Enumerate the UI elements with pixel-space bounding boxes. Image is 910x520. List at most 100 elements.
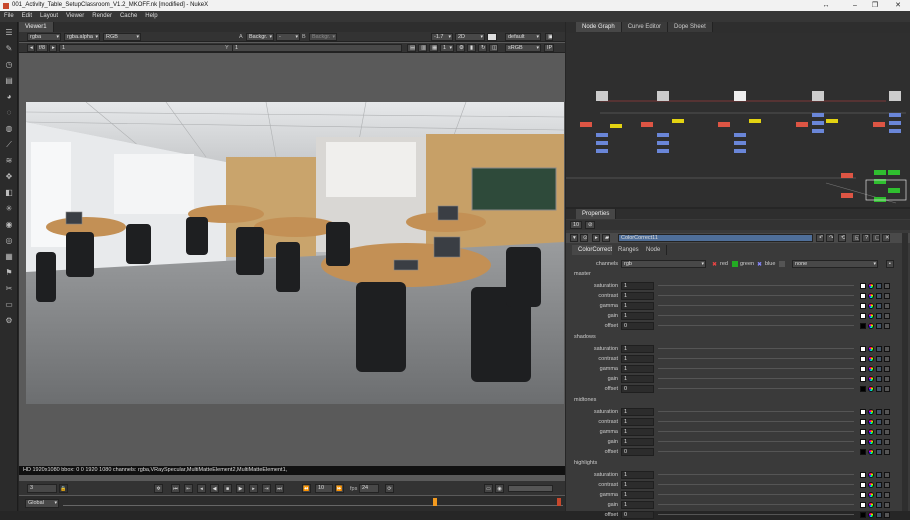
color-swatch[interactable] [860, 409, 866, 415]
param-slider[interactable] [658, 368, 854, 369]
channel-split-icon[interactable] [876, 449, 882, 455]
animation-curve-icon[interactable] [884, 439, 890, 445]
a-input-dropdown[interactable]: Backgr. [246, 33, 274, 41]
grade-node[interactable] [596, 149, 608, 153]
fps-field[interactable]: 24 [359, 484, 379, 493]
color-wheel-icon[interactable] [868, 313, 874, 319]
menu-cache[interactable]: Cache [116, 11, 141, 22]
animation-curve-icon[interactable] [884, 283, 890, 289]
view-icon[interactable]: ◎ [4, 236, 14, 246]
first-frame-button[interactable]: ⏮ [171, 484, 180, 493]
mask-options-icon[interactable]: ▪ [886, 260, 894, 268]
colorcorrect-node[interactable] [672, 119, 684, 123]
lut-dropdown[interactable]: default [505, 33, 541, 41]
shuffle-node[interactable] [718, 122, 730, 127]
section-shadows[interactable]: shadows [574, 334, 596, 340]
metadata-icon[interactable]: ▦ [4, 252, 14, 262]
tab-curve-editor[interactable]: Curve Editor [621, 22, 669, 32]
animation-curve-icon[interactable] [884, 386, 890, 392]
grade-node[interactable] [657, 141, 669, 145]
param-value-field[interactable]: 1 [621, 408, 654, 416]
range-slider[interactable] [508, 485, 553, 492]
grade-node[interactable] [734, 133, 746, 137]
layers-icon[interactable]: ≋ [4, 156, 14, 166]
current-frame-field[interactable]: 3 [27, 484, 57, 493]
channel-split-icon[interactable] [876, 492, 882, 498]
skip-forward-button[interactable]: ⏩ [335, 484, 344, 493]
shuffle-node[interactable] [841, 193, 853, 198]
color-wheel-icon[interactable] [868, 482, 874, 488]
node-color-icon[interactable]: ▰ [602, 234, 610, 242]
merge-icon[interactable]: ⟋ [4, 140, 14, 150]
viewer-swatch[interactable] [487, 33, 497, 41]
float-panel-icon[interactable]: ▢ [872, 234, 880, 242]
float-icon[interactable]: ◱ [852, 234, 860, 242]
color-swatch[interactable] [860, 283, 866, 289]
menu-edit[interactable]: Edit [18, 11, 36, 22]
animation-curve-icon[interactable] [884, 512, 890, 518]
param-value-field[interactable]: 1 [621, 365, 654, 373]
gain-dropdown[interactable]: -1.7 [431, 33, 453, 41]
animation-curve-icon[interactable] [884, 303, 890, 309]
color-swatch[interactable] [860, 439, 866, 445]
node-icon[interactable]: ▾ [570, 234, 578, 242]
green-checkbox[interactable] [732, 261, 738, 267]
channel-split-icon[interactable] [876, 366, 882, 372]
menu-viewer[interactable]: Viewer [62, 11, 88, 22]
param-value-field[interactable]: 0 [621, 448, 654, 456]
zoom-dropdown[interactable]: 1 [440, 44, 454, 52]
color-wheel-icon[interactable] [868, 502, 874, 508]
redo-icon[interactable]: ↷ [826, 234, 834, 242]
help-icon[interactable]: ? [862, 234, 870, 242]
merge-node[interactable] [888, 170, 900, 175]
tab-viewer1[interactable]: Viewer1 [19, 22, 54, 32]
close-panel-icon[interactable]: ✕ [882, 234, 890, 242]
animation-curve-icon[interactable] [884, 409, 890, 415]
grade-node[interactable] [889, 113, 901, 117]
frame-increment-field[interactable]: 10 [315, 484, 333, 493]
scope-dropdown[interactable]: Global [25, 499, 59, 508]
color-swatch[interactable] [860, 512, 866, 518]
color-wheel-icon[interactable] [868, 492, 874, 498]
view-mode-dropdown[interactable]: 2D [455, 33, 485, 41]
animation-curve-icon[interactable] [884, 323, 890, 329]
param-value-field[interactable]: 0 [621, 511, 654, 519]
refresh-icon[interactable]: ↻ [478, 44, 487, 52]
animation-curve-icon[interactable] [884, 482, 890, 488]
color-wheel-icon[interactable] [868, 376, 874, 382]
color-swatch[interactable] [860, 429, 866, 435]
channel-split-icon[interactable] [876, 482, 882, 488]
b-input-dropdown[interactable]: Backgr. [309, 33, 337, 41]
tab-node[interactable]: Node [640, 245, 668, 255]
param-slider[interactable] [658, 494, 854, 495]
read-node[interactable] [734, 91, 746, 101]
section-master[interactable]: master [574, 271, 591, 277]
grade-node[interactable] [657, 149, 669, 153]
param-value-field[interactable]: 0 [621, 385, 654, 393]
prev-frame-button[interactable]: ◂ [197, 484, 206, 493]
animation-curve-icon[interactable] [884, 356, 890, 362]
colorcorrect-node[interactable] [610, 124, 622, 128]
color-swatch[interactable] [860, 472, 866, 478]
alpha-checkbox[interactable] [779, 261, 785, 267]
other-icon[interactable]: ✂ [4, 284, 14, 294]
param-value-field[interactable]: 1 [621, 282, 654, 290]
color-wheel-icon[interactable] [868, 283, 874, 289]
proxy-icon[interactable]: ▦ [429, 44, 438, 52]
read-node[interactable] [596, 91, 608, 101]
channel-split-icon[interactable] [876, 502, 882, 508]
overlay-icon[interactable]: ▤ [407, 44, 416, 52]
param-slider[interactable] [658, 388, 854, 389]
animation-curve-icon[interactable] [884, 346, 890, 352]
color-swatch[interactable] [860, 356, 866, 362]
color-swatch[interactable] [860, 366, 866, 372]
transform-icon[interactable]: ✥ [4, 172, 14, 182]
deep-icon[interactable]: ◉ [4, 220, 14, 230]
grade-node[interactable] [657, 133, 669, 137]
color-wheel-icon[interactable] [868, 409, 874, 415]
channel-split-icon[interactable] [876, 346, 882, 352]
colorcorrect-node[interactable] [749, 119, 761, 123]
undo-icon[interactable]: ↶ [816, 234, 824, 242]
time-icon[interactable]: ◷ [4, 60, 14, 70]
channel-split-icon[interactable] [876, 512, 882, 518]
